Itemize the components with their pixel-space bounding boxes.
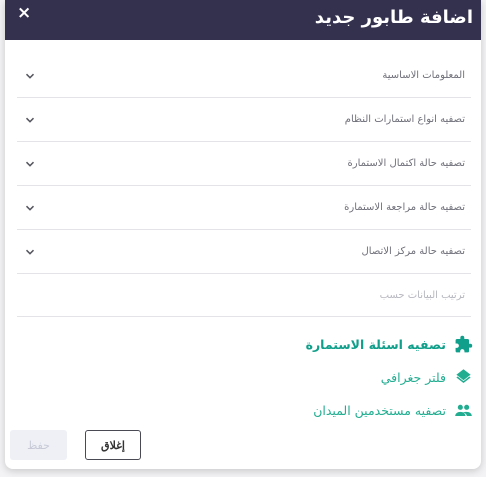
section-label: تصفيه انواع استمارات النظام xyxy=(344,114,465,125)
section-review-status-filter[interactable]: تصفيه حالة مراجعة الاستمارة xyxy=(17,186,471,230)
modal-title: اضافة طابور جديد xyxy=(314,6,473,28)
link-label: تصفيه مستخدمين الميدان xyxy=(313,403,446,418)
new-queue-modal: اضافة طابور جديد × المعلومات الاساسية تص… xyxy=(5,0,481,469)
chevron-down-icon xyxy=(25,117,35,123)
filter-links: تصفيه اسئلة الاستمارة فلتر جغرافي تصفيه … xyxy=(5,328,481,427)
close-button[interactable]: إغلاق xyxy=(85,430,141,460)
form-questions-filter-link[interactable]: تصفيه اسئلة الاستمارة xyxy=(13,328,473,361)
close-icon[interactable]: × xyxy=(17,3,31,23)
section-call-center-status-filter[interactable]: تصفيه حالة مركز الاتصال xyxy=(17,230,471,274)
section-label: تصفيه حالة مراجعة الاستمارة xyxy=(344,202,465,213)
chevron-down-icon xyxy=(25,161,35,167)
sort-label: ترتيب البيانات حسب xyxy=(379,289,465,301)
section-basic-info[interactable]: المعلومات الاساسية xyxy=(17,54,471,98)
puzzle-icon xyxy=(455,335,473,353)
section-label: تصفيه حالة اكتمال الاستمارة xyxy=(347,158,466,169)
section-label: تصفيه حالة مركز الاتصال xyxy=(361,246,465,257)
chevron-down-icon xyxy=(25,249,35,255)
chevron-down-icon xyxy=(25,73,35,79)
section-label: المعلومات الاساسية xyxy=(382,70,465,81)
geo-filter-link[interactable]: فلتر جغرافي xyxy=(13,361,473,394)
link-label: فلتر جغرافي xyxy=(380,370,446,385)
layers-icon xyxy=(456,369,471,384)
users-icon xyxy=(455,404,472,417)
section-completion-status-filter[interactable]: تصفيه حالة اكتمال الاستمارة xyxy=(17,142,471,186)
chevron-down-icon xyxy=(25,205,35,211)
sort-by-field[interactable]: ترتيب البيانات حسب xyxy=(17,274,471,317)
modal-body: المعلومات الاساسية تصفيه انواع استمارات … xyxy=(5,40,481,317)
save-button[interactable]: حفظ xyxy=(10,430,67,460)
modal-footer: حفظ إغلاق xyxy=(5,421,481,469)
modal-header: اضافة طابور جديد × xyxy=(5,0,481,40)
section-form-types-filter[interactable]: تصفيه انواع استمارات النظام xyxy=(17,98,471,142)
link-label: تصفيه اسئلة الاستمارة xyxy=(305,337,446,352)
